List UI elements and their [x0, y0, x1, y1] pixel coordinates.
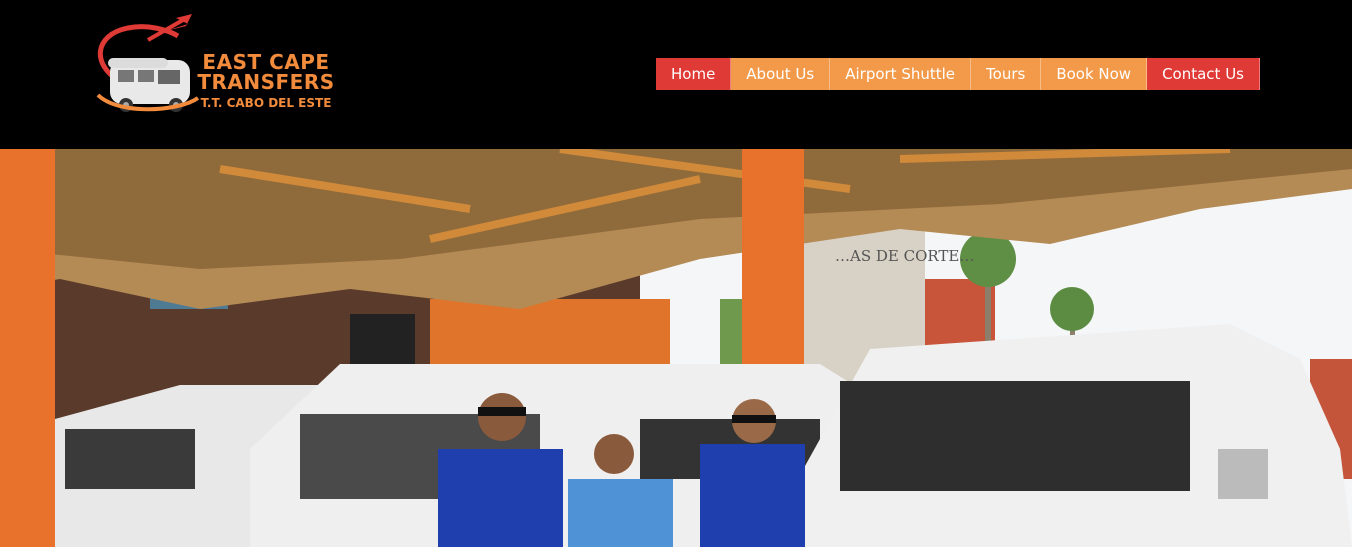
brand-name: EAST CAPE TRANSFERS T.T. CABO DEL ESTE [196, 52, 336, 110]
nav-contact-us[interactable]: Contact Us [1147, 58, 1260, 90]
brand-line-2: TRANSFERS [197, 70, 335, 94]
brand-logo[interactable]: EAST CAPE TRANSFERS T.T. CABO DEL ESTE [88, 10, 336, 120]
nav-book-now[interactable]: Book Now [1041, 58, 1148, 90]
hero-banner: …AS DE CORTE… [0, 149, 1352, 547]
site-header: EAST CAPE TRANSFERS T.T. CABO DEL ESTE H… [0, 0, 1352, 149]
hero-photo: …AS DE CORTE… [0, 149, 1352, 547]
brand-line-1: EAST CAPE [202, 50, 330, 74]
brand-tagline: T.T. CABO DEL ESTE [200, 96, 332, 110]
nav-about-us[interactable]: About Us [731, 58, 831, 90]
building-sign-text: …AS DE CORTE… [835, 247, 974, 265]
main-navigation: Home About Us Airport Shuttle Tours Book… [656, 58, 1260, 90]
nav-tours[interactable]: Tours [971, 58, 1042, 90]
nav-home[interactable]: Home [656, 58, 732, 90]
nav-airport-shuttle[interactable]: Airport Shuttle [830, 58, 972, 90]
